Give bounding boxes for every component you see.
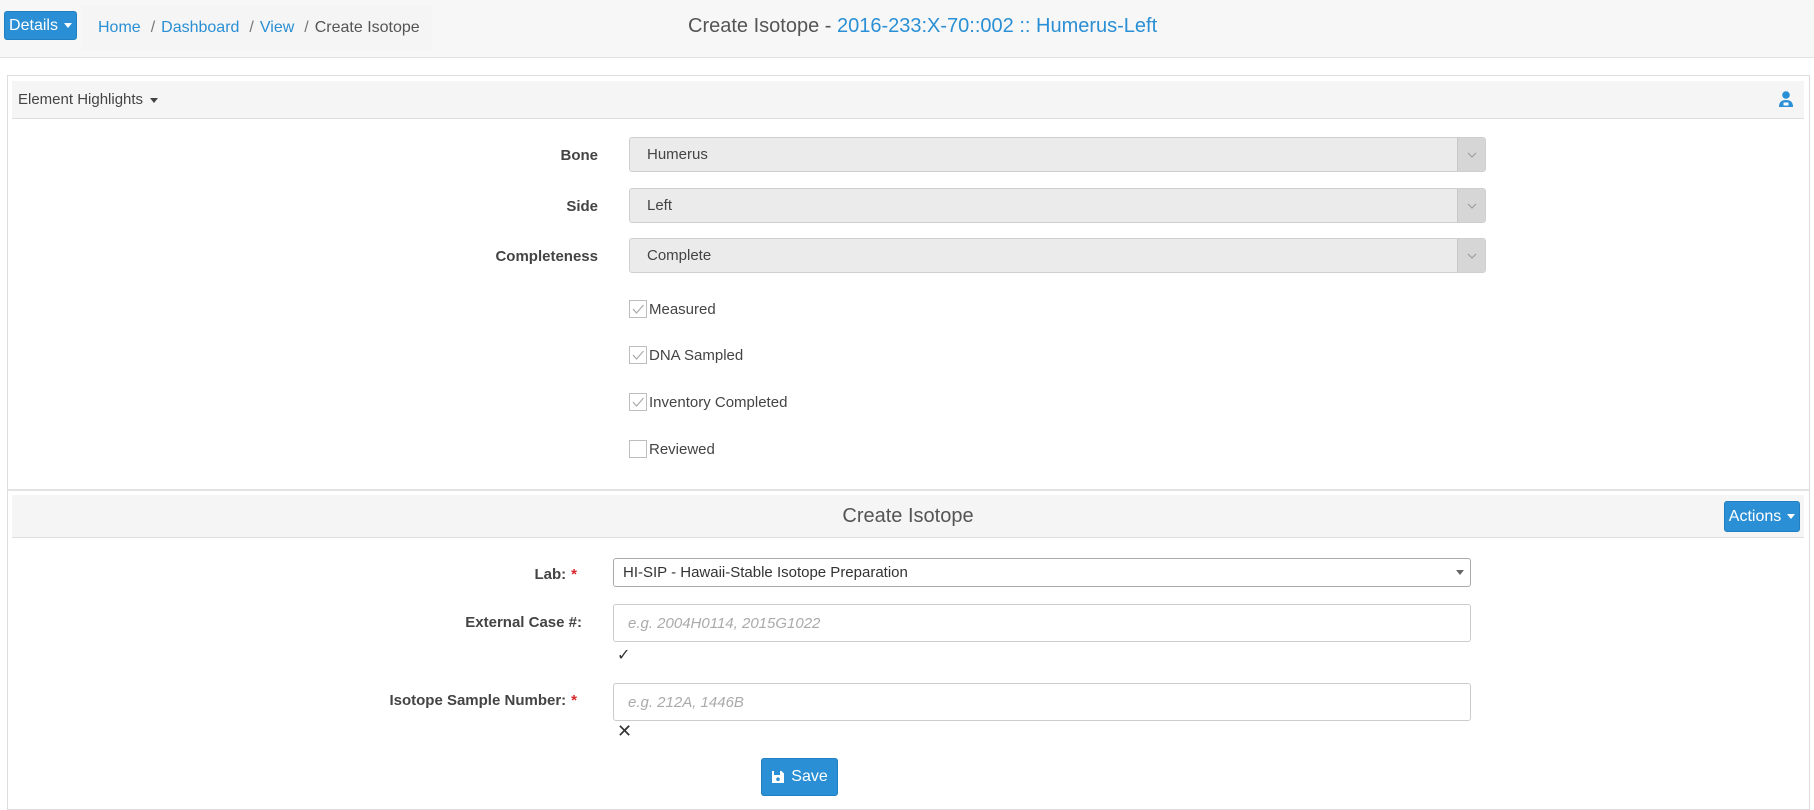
- element-highlights-label: Element Highlights: [18, 91, 144, 108]
- side-label: Side: [566, 198, 598, 215]
- bone-select: Humerus: [629, 137, 1486, 172]
- completeness-value: Complete: [647, 247, 712, 264]
- page-title-prefix: Create Isotope -: [688, 15, 837, 37]
- breadcrumb-view-link[interactable]: View: [260, 19, 294, 37]
- inventory-completed-label: Inventory Completed: [649, 393, 788, 411]
- breadcrumb-home-link[interactable]: Home: [98, 19, 141, 37]
- chevron-down-icon: [1457, 138, 1485, 171]
- breadcrumb-separator: /: [249, 19, 254, 36]
- details-button-label: Details: [9, 16, 58, 34]
- breadcrumb-current: Create Isotope: [314, 19, 420, 36]
- create-isotope-heading: Create Isotope: [842, 505, 974, 527]
- isotope-sample-number-label: Isotope Sample Number: *: [389, 692, 577, 709]
- inventory-completed-checkbox: [629, 393, 647, 411]
- caret-down-icon: [1787, 514, 1796, 519]
- save-button-label: Save: [791, 768, 828, 785]
- dna-sampled-checkbox: [629, 346, 647, 364]
- checkmark-icon: ✓: [617, 647, 631, 664]
- isotope-sample-number-label-text: Isotope Sample Number:: [389, 692, 567, 709]
- element-panel-heading: Element Highlights: [12, 81, 1804, 119]
- actions-dropdown-button[interactable]: Actions: [1724, 501, 1800, 532]
- measured-checkbox: [629, 300, 647, 318]
- reviewed-checkbox-row: Reviewed: [629, 440, 715, 458]
- isotope-sample-number-input[interactable]: [613, 683, 1471, 721]
- breadcrumb-separator: /: [150, 19, 156, 36]
- user-icon[interactable]: [1778, 90, 1794, 108]
- completeness-label: Completeness: [495, 248, 598, 265]
- breadcrumb: Home / Dashboard / View / Create Isotope: [82, 6, 432, 50]
- actions-button-label: Actions: [1728, 507, 1782, 525]
- side-value: Left: [647, 197, 673, 214]
- external-case-label: External Case #:: [465, 614, 582, 631]
- save-button[interactable]: Save: [761, 758, 838, 796]
- element-highlights-toggle[interactable]: Element Highlights: [18, 91, 159, 108]
- top-bar: Details Home / Dashboard / View / Create…: [0, 0, 1814, 58]
- lab-label-text: Lab:: [534, 566, 567, 583]
- chevron-down-icon: [1457, 239, 1485, 272]
- floppy-disk-icon: [772, 771, 785, 783]
- measured-label: Measured: [649, 300, 716, 318]
- dna-sampled-checkbox-row: DNA Sampled: [629, 346, 743, 364]
- measured-checkbox-row: Measured: [629, 300, 716, 318]
- required-marker: *: [571, 692, 577, 709]
- dna-sampled-label: DNA Sampled: [649, 346, 744, 364]
- breadcrumb-dashboard-link[interactable]: Dashboard: [161, 19, 239, 37]
- page-title: Create Isotope - 2016-233:X-70::002 :: H…: [688, 15, 1157, 38]
- side-select: Left: [629, 188, 1486, 223]
- breadcrumb-separator: /: [304, 19, 309, 36]
- caret-down-icon: [150, 97, 159, 103]
- reviewed-label: Reviewed: [649, 440, 715, 458]
- completeness-select: Complete: [629, 238, 1486, 273]
- bone-value: Humerus: [647, 146, 708, 163]
- external-case-input[interactable]: [613, 604, 1471, 642]
- bone-label: Bone: [560, 147, 599, 164]
- cross-icon: ✕: [617, 721, 633, 741]
- lab-label: Lab: *: [534, 566, 577, 583]
- inventory-completed-checkbox-row: Inventory Completed: [629, 393, 787, 411]
- reviewed-checkbox: [629, 440, 647, 458]
- required-marker: *: [571, 566, 577, 583]
- caret-down-icon: [1456, 570, 1464, 575]
- page-title-element-id: 2016-233:X-70::002 :: Humerus-Left: [836, 15, 1158, 37]
- lab-select[interactable]: HI-SIP - Hawaii-Stable Isotope Preparati…: [613, 558, 1471, 587]
- caret-down-icon: [63, 23, 72, 28]
- lab-value: HI-SIP - Hawaii-Stable Isotope Preparati…: [623, 564, 908, 581]
- details-dropdown-button[interactable]: Details: [4, 11, 77, 40]
- create-isotope-heading-bar: Create Isotope: [12, 495, 1804, 538]
- chevron-down-icon: [1457, 189, 1485, 222]
- section-divider: [7, 489, 1810, 491]
